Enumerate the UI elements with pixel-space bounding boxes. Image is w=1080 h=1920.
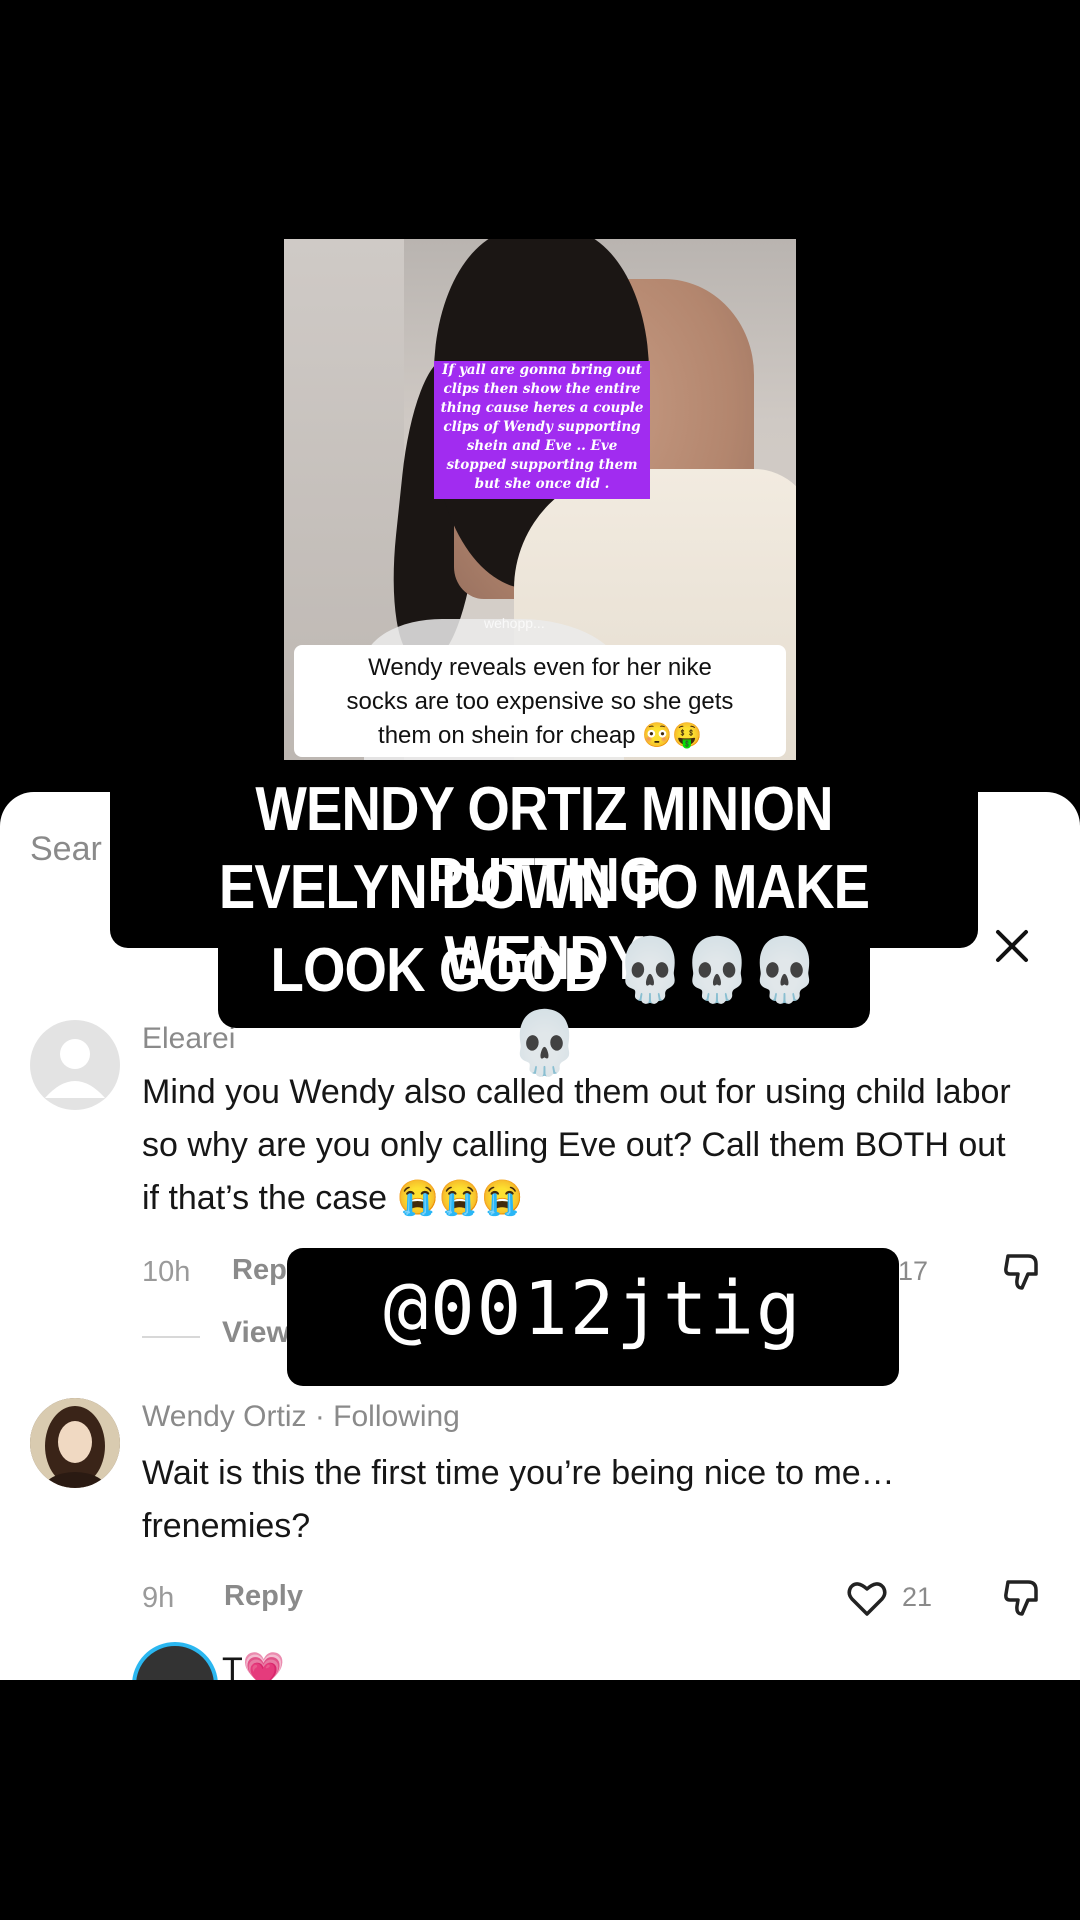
like-count: 21	[902, 1582, 933, 1612]
video-caption-line: socks are too expensive so she gets	[346, 688, 734, 715]
comment-username[interactable]: Elearei	[142, 1022, 235, 1056]
video-caption-line: Wendy reveals even for her nike	[368, 654, 712, 681]
avatar[interactable]	[30, 1398, 120, 1488]
handle-text: @0012jtig	[383, 1266, 803, 1352]
title-line: LOOK GOOD 💀💀💀💀	[270, 936, 818, 1078]
like-count: 17	[898, 1256, 929, 1286]
default-avatar-icon	[45, 1039, 105, 1098]
dislike-icon[interactable]	[1000, 1576, 1044, 1625]
comment-timestamp: 9h	[142, 1582, 175, 1614]
heart-icon[interactable]	[845, 1576, 889, 1625]
video-overlay-text: If yall are gonna bring out clips then s…	[434, 361, 650, 499]
avatar[interactable]	[30, 1020, 120, 1110]
bottom-letterbox	[0, 1680, 1080, 1920]
reply-button[interactable]: Reply	[224, 1580, 303, 1613]
reply-button[interactable]: Rep	[232, 1254, 287, 1287]
profile-photo	[30, 1398, 120, 1488]
search-label[interactable]: Sear	[30, 830, 102, 869]
dislike-icon[interactable]	[1000, 1250, 1044, 1299]
video-caption-line: them on shein for cheap 😳🤑	[378, 722, 702, 749]
video-caption: Wendy reveals even for her nike socks ar…	[294, 645, 786, 757]
view-replies-button[interactable]: View	[222, 1316, 290, 1350]
comment-timestamp: 10h	[142, 1256, 191, 1288]
comment-text: Mind you Wendy also called them out for …	[142, 1073, 1011, 1217]
comment-text: Wait is this the first time you’re being…	[142, 1454, 895, 1545]
embedded-video[interactable]: If yall are gonna bring out clips then s…	[284, 239, 796, 761]
comment-username[interactable]: Wendy Ortiz · Following	[142, 1400, 460, 1434]
view-replies-line	[142, 1336, 200, 1338]
video-watermark: wehopp...	[484, 615, 545, 631]
close-icon[interactable]	[992, 926, 1032, 966]
